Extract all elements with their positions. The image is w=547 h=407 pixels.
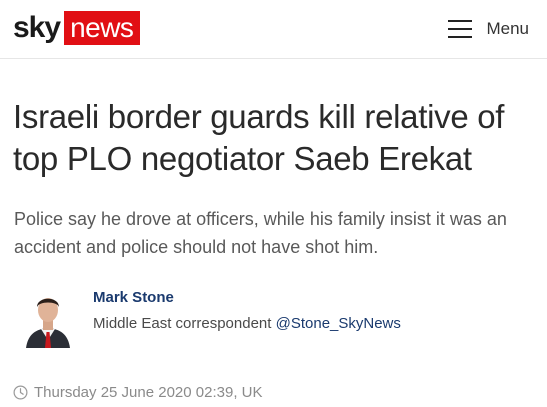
author-role: Middle East correspondent @Stone_SkyNews [93,315,401,332]
article-standfirst: Police say he drove at officers, while h… [14,209,507,257]
menu-label: Menu [486,19,529,38]
author-name[interactable]: Mark Stone [93,289,174,306]
logo-sky-text: sky [13,11,61,44]
author-twitter-handle[interactable]: @Stone_SkyNews [276,315,401,332]
sky-news-logo[interactable]: sky news [13,11,141,45]
menu-button[interactable]: Menu [448,16,529,42]
author-title: Middle East correspondent [93,315,272,332]
hamburger-menu-icon [448,20,473,38]
site-header: sky news Menu [0,0,547,59]
article-headline: Israeli border guards kill relative of t… [13,98,505,177]
logo-news-text: news [64,11,141,45]
timestamp-text: Thursday 25 June 2020 02:39, UK [34,384,263,401]
publish-timestamp: Thursday 25 June 2020 02:39, UK [13,384,263,401]
author-avatar[interactable] [22,288,74,348]
clock-icon [13,385,28,400]
